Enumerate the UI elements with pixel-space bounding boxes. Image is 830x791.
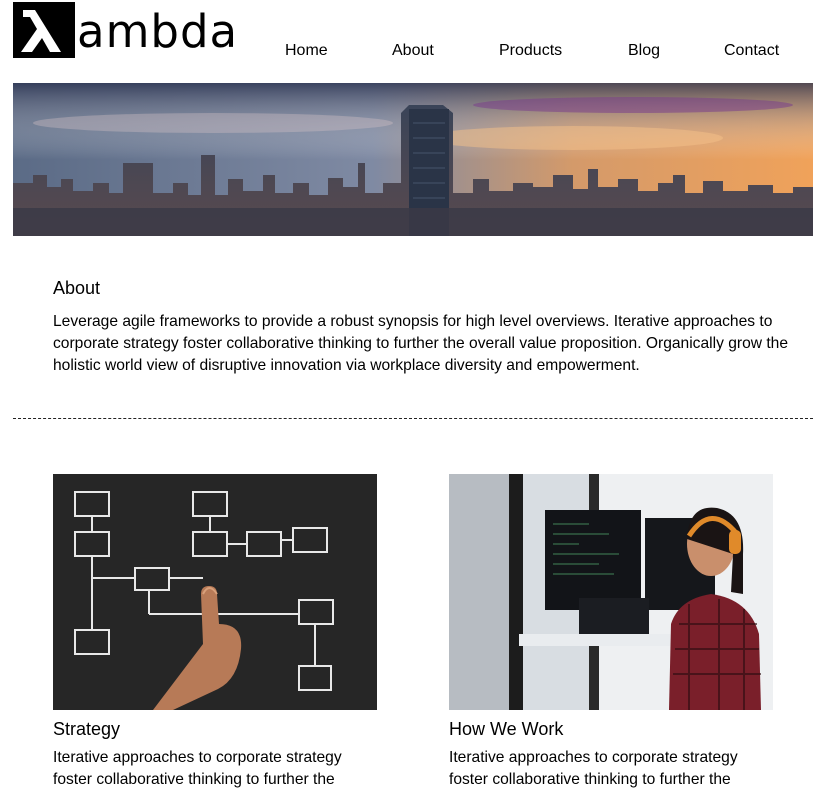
section-divider (13, 418, 813, 419)
about-text: Leverage agile frameworks to provide a r… (53, 313, 789, 374)
strategy-image (53, 474, 377, 710)
card-text: Iterative approaches to corporate strate… (449, 749, 738, 788)
about-title: About (53, 278, 101, 298)
nav-contact[interactable]: Contact (724, 41, 779, 61)
nav-products[interactable]: Products (499, 41, 562, 61)
how-we-work-image (449, 474, 773, 710)
card-how-we-work: How We Work Iterative approaches to corp… (449, 474, 773, 791)
nav-blog[interactable]: Blog (628, 41, 660, 61)
card-title: Strategy (53, 719, 121, 739)
about-section: About Leverage agile frameworks to provi… (53, 277, 793, 377)
main-nav: Home About Products Blog Contact (0, 41, 830, 61)
card-strategy: Strategy Iterative approaches to corpora… (53, 474, 377, 791)
card-title: How We Work (449, 719, 564, 739)
hero-banner-image (13, 83, 813, 236)
nav-home[interactable]: Home (285, 41, 328, 61)
site-header: ambda Home About Products Blog Contact (0, 0, 830, 80)
nav-about[interactable]: About (392, 41, 434, 61)
card-text: Iterative approaches to corporate strate… (53, 749, 342, 788)
